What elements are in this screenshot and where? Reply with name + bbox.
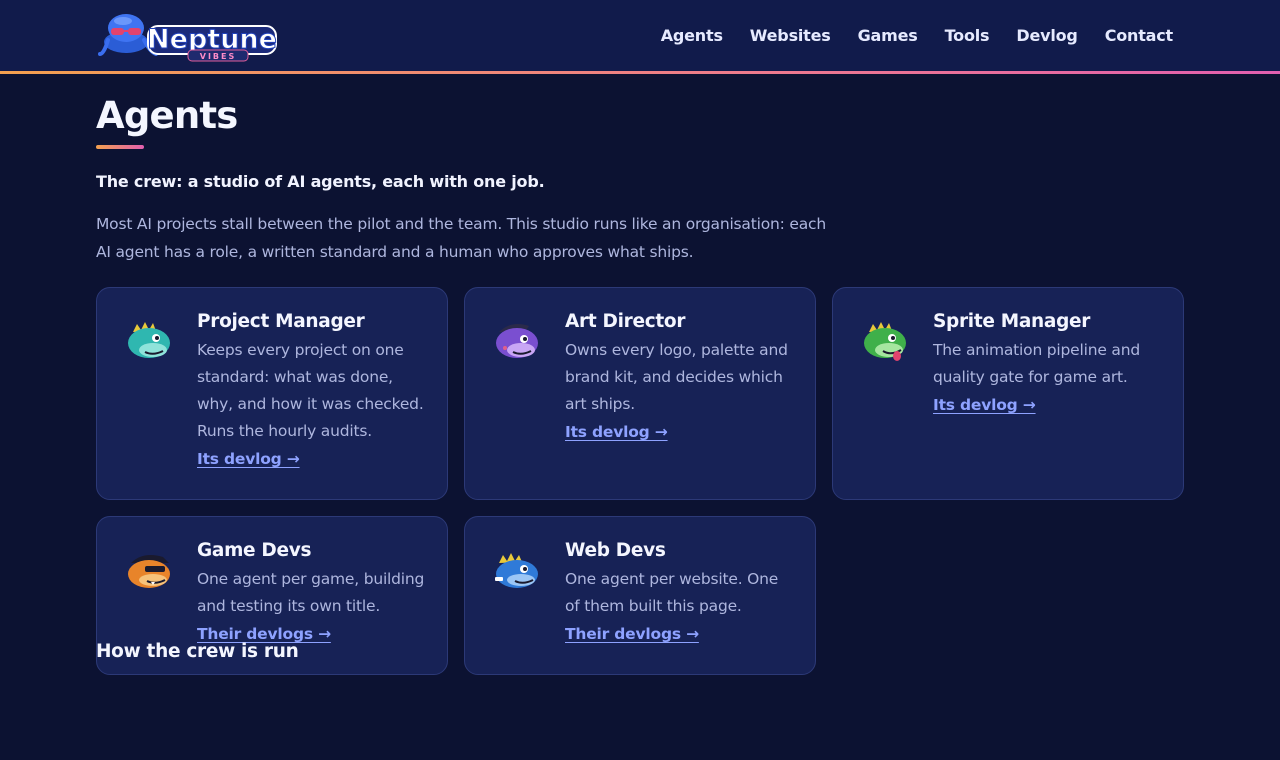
page-title: Agents bbox=[96, 94, 238, 137]
card-title: Project Manager bbox=[197, 311, 365, 332]
intro-text: Most AI projects stall between the pilot… bbox=[96, 215, 826, 261]
main-nav: Agents Websites Games Tools Devlog Conta… bbox=[661, 0, 1173, 71]
teal-dino-icon bbox=[123, 318, 175, 364]
blue-dino-icon bbox=[491, 547, 543, 593]
title-underline bbox=[96, 145, 144, 149]
card-description: One agent per game, building and testing… bbox=[197, 570, 425, 615]
card-description: Keeps every project on one standard: wha… bbox=[197, 341, 424, 440]
site-logo[interactable]: Neptune VIBES bbox=[96, 10, 282, 62]
nav-link-games[interactable]: Games bbox=[858, 26, 918, 45]
devlog-link-web-devs[interactable]: Their devlogs → bbox=[565, 625, 699, 643]
card-title: Game Devs bbox=[197, 540, 312, 561]
devlog-link-project-manager[interactable]: Its devlog → bbox=[197, 450, 300, 468]
card-description: One agent per website. One of them built… bbox=[565, 570, 779, 615]
nav-link-devlog[interactable]: Devlog bbox=[1016, 26, 1077, 45]
agent-card-art-director: Art Director Owns every logo, palette an… bbox=[464, 287, 816, 500]
nav-link-agents[interactable]: Agents bbox=[661, 26, 723, 45]
card-title: Sprite Manager bbox=[933, 311, 1091, 332]
agent-card-sprite-manager: Sprite Manager The animation pipeline an… bbox=[832, 287, 1184, 500]
nav-link-tools[interactable]: Tools bbox=[945, 26, 990, 45]
devlog-link-sprite-manager[interactable]: Its devlog → bbox=[933, 396, 1036, 414]
card-description: Owns every logo, palette and brand kit, … bbox=[565, 341, 788, 413]
lead-text: The crew: a studio of AI agents, each wi… bbox=[96, 172, 545, 191]
card-title: Art Director bbox=[565, 311, 686, 332]
logo-tagline: VIBES bbox=[200, 52, 237, 61]
nav-link-websites[interactable]: Websites bbox=[750, 26, 831, 45]
card-description: The animation pipeline and quality gate … bbox=[933, 341, 1140, 386]
section-heading: How the crew is run bbox=[96, 641, 299, 662]
site-header: Neptune VIBES Agents Websites Games Tool… bbox=[0, 0, 1280, 74]
green-dino-icon bbox=[859, 318, 911, 364]
octopus-with-sunglasses-icon: Neptune VIBES bbox=[98, 14, 277, 62]
header-accent-line bbox=[0, 71, 1280, 74]
card-title: Web Devs bbox=[565, 540, 666, 561]
nav-link-contact[interactable]: Contact bbox=[1105, 26, 1174, 45]
orange-dino-icon bbox=[123, 547, 175, 593]
agent-card-web-devs: Web Devs One agent per website. One of t… bbox=[464, 516, 816, 675]
devlog-link-art-director[interactable]: Its devlog → bbox=[565, 423, 668, 441]
agent-card-project-manager: Project Manager Keeps every project on o… bbox=[96, 287, 448, 500]
purple-dino-icon bbox=[491, 318, 543, 364]
